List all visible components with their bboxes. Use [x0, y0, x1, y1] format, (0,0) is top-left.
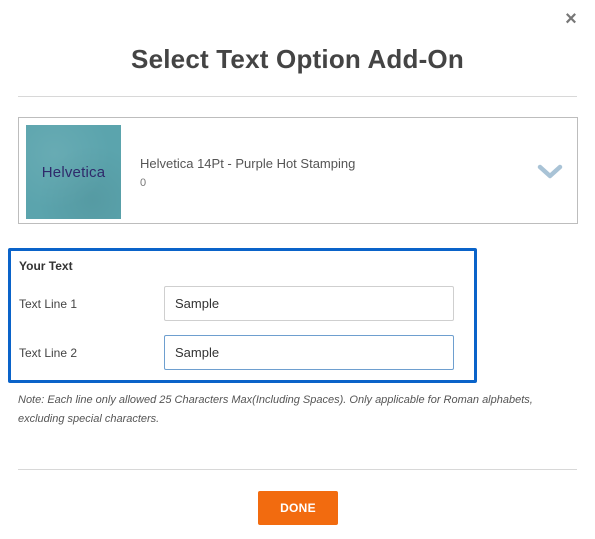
text-line-1-label: Text Line 1 — [19, 297, 78, 311]
done-button[interactable]: DONE — [258, 491, 338, 525]
product-price: 0 — [140, 177, 147, 189]
text-line-2-input[interactable] — [164, 335, 454, 370]
panel-heading: Your Text — [19, 259, 73, 273]
text-line-1-input[interactable] — [164, 286, 454, 321]
swatch-font-sample: Helvetica — [41, 163, 106, 181]
text-line-2-label: Text Line 2 — [19, 346, 78, 360]
close-icon[interactable]: × — [563, 9, 579, 29]
product-name: Helvetica 14Pt - Purple Hot Stamping — [140, 156, 356, 171]
your-text-panel: Your Text Text Line 1 Text Line 2 — [8, 248, 477, 383]
character-limit-note: Note: Each line only allowed 25 Characte… — [18, 394, 533, 425]
product-option-card[interactable]: Helvetica Helvetica 14Pt - Purple Hot St… — [18, 117, 578, 224]
bottom-divider — [18, 469, 577, 470]
top-divider — [18, 96, 577, 97]
product-swatch-image: Helvetica — [26, 125, 121, 219]
add-on-modal: × Select Text Option Add-On Helvetica He… — [0, 0, 595, 539]
chevron-down-icon[interactable] — [537, 163, 563, 181]
page-title: Select Text Option Add-On — [131, 44, 464, 74]
